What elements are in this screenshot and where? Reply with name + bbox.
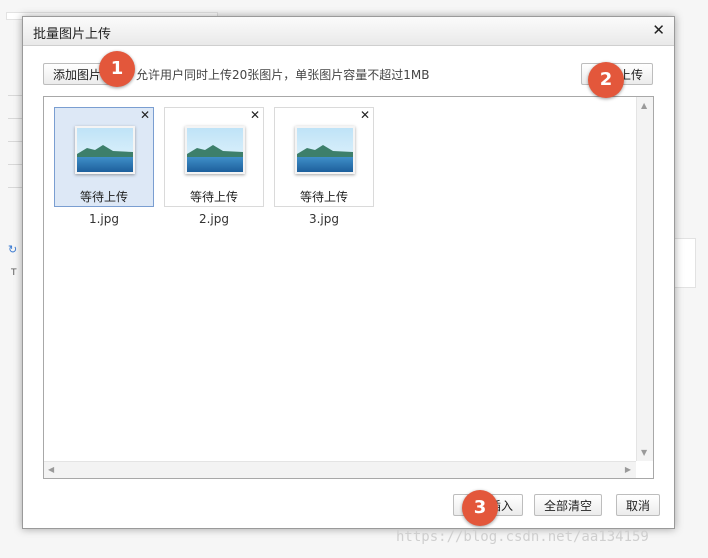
background-rule bbox=[8, 187, 22, 188]
step-badge-2: 2 bbox=[588, 62, 624, 98]
horizontal-scrollbar[interactable]: ◀ ▶ bbox=[44, 461, 636, 478]
image-thumbnail[interactable]: ✕ 等待上传 bbox=[164, 107, 264, 207]
remove-image-icon[interactable]: ✕ bbox=[140, 108, 150, 122]
scroll-left-icon[interactable]: ◀ bbox=[48, 465, 54, 474]
file-name: 2.jpg bbox=[198, 212, 230, 226]
dialog-title: 批量图片上传 bbox=[33, 27, 112, 42]
scroll-up-icon[interactable]: ▲ bbox=[641, 101, 647, 110]
scroll-down-icon[interactable]: ▼ bbox=[641, 448, 647, 457]
image-preview bbox=[75, 126, 135, 174]
background-rule bbox=[8, 141, 22, 142]
background-refresh-icon: ↻ bbox=[8, 243, 18, 256]
remove-image-icon[interactable]: ✕ bbox=[360, 108, 370, 122]
background-rule bbox=[8, 164, 22, 165]
image-thumbnail[interactable]: ✕ 等待上传 bbox=[274, 107, 374, 207]
background-rule bbox=[8, 118, 22, 119]
image-upload-area: ✕ 等待上传 1.jpg ✕ 等待上传 2.jpg ✕ 等待上传 3.jpg ▲ ▼ ◀ ▶ bbox=[43, 96, 654, 479]
image-thumbnail[interactable]: ✕ 等待上传 bbox=[54, 107, 154, 207]
background-rule bbox=[8, 95, 22, 96]
dialog-titlebar: 批量图片上传 ✕ bbox=[23, 17, 674, 46]
background-panel-right bbox=[673, 238, 696, 288]
image-preview bbox=[185, 126, 245, 174]
background-text-icon: T bbox=[11, 268, 17, 278]
step-badge-3: 3 bbox=[462, 490, 498, 526]
upload-status: 等待上传 bbox=[189, 190, 238, 204]
remove-image-icon[interactable]: ✕ bbox=[250, 108, 260, 122]
upload-status: 等待上传 bbox=[299, 190, 348, 204]
file-name: 3.jpg bbox=[308, 212, 340, 226]
watermark: https://blog.csdn.net/aa134159 bbox=[396, 529, 649, 545]
clear-all-button[interactable]: 全部清空 bbox=[534, 494, 603, 516]
scroll-right-icon[interactable]: ▶ bbox=[625, 465, 631, 474]
file-name: 1.jpg bbox=[88, 212, 120, 226]
image-preview bbox=[295, 126, 355, 174]
step-badge-1: 1 bbox=[99, 51, 135, 87]
scrollbar-corner bbox=[637, 462, 653, 478]
close-icon[interactable]: ✕ bbox=[652, 21, 665, 39]
cancel-button[interactable]: 取消 bbox=[616, 494, 661, 516]
vertical-scrollbar[interactable]: ▲ ▼ bbox=[636, 97, 653, 461]
upload-status: 等待上传 bbox=[79, 190, 128, 204]
upload-limit-hint: 允许用户同时上传20张图片，单张图片容量不超过1MB bbox=[136, 68, 430, 82]
batch-upload-dialog: 批量图片上传 ✕ 添加图片 允许用户同时上传20张图片，单张图片容量不超过1MB… bbox=[22, 16, 675, 529]
